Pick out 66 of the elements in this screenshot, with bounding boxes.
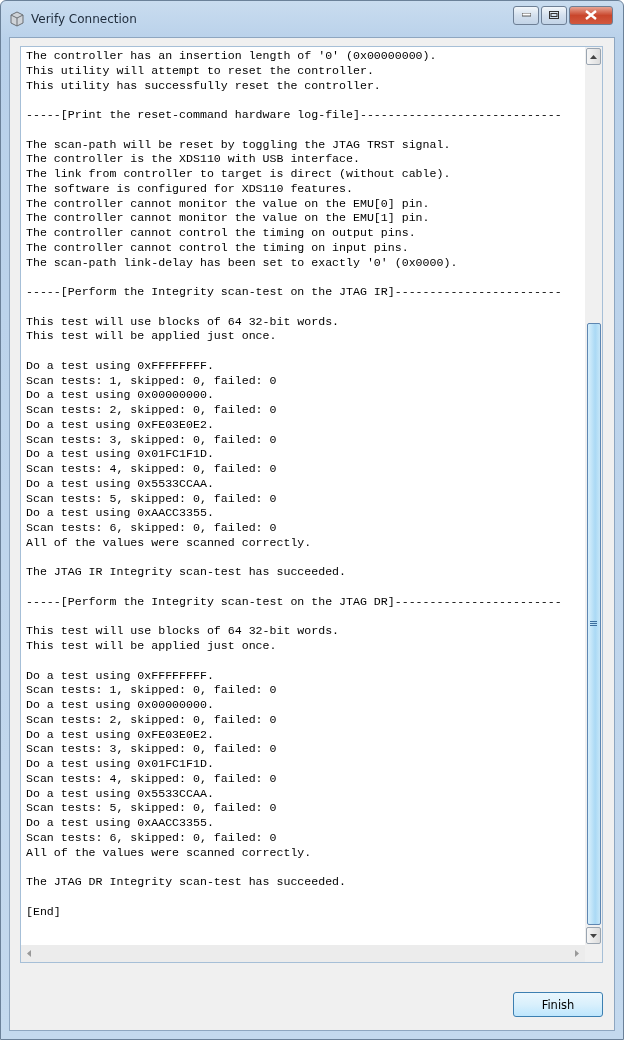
log-line: -----[Perform the Integrity scan-test on the JTAG IR]------------------------ [26, 285, 562, 300]
log-line: The scan-path will be reset by toggling the JTAG TRST signal. [26, 137, 451, 153]
log-line: This test will be applied just once. [26, 639, 277, 654]
log-line: Scan tests: 5, skipped: 0, failed: 0 [26, 801, 277, 816]
log-line: Do a test using 0xFFFFFFFF. [26, 358, 214, 374]
log-line: Do a test using 0xFFFFFFFF. [26, 668, 214, 684]
log-line: Scan tests: 6, skipped: 0, failed: 0 [26, 521, 277, 536]
log-line: Do a test using 0x00000000. [26, 698, 214, 713]
maximize-button[interactable] [541, 5, 567, 25]
log-line: The scan-path link-delay has been set to exactly '0' (0x0000). [26, 255, 458, 271]
log-line: This test will use blocks of 64 32-bit words. [26, 314, 340, 330]
log-line: The controller cannot control the timing on output pins. [26, 226, 416, 241]
log-line: Scan tests: 3, skipped: 0, failed: 0 [26, 742, 277, 757]
log-line: This test will use blocks of 64 32-bit words. [26, 624, 340, 639]
log-line: Scan tests: 4, skipped: 0, failed: 0 [26, 771, 277, 787]
log-line: This test will be applied just once. [26, 329, 277, 344]
scrollbar-corner [585, 945, 602, 962]
log-line: All of the values were scanned correctly. [26, 535, 312, 551]
finish-button[interactable]: Finish [513, 992, 603, 1017]
log-line: Do a test using 0x01FC1F1D. [26, 447, 214, 462]
log-line: Scan tests: 2, skipped: 0, failed: 0 [26, 403, 277, 418]
log-line: Scan tests: 3, skipped: 0, failed: 0 [26, 432, 277, 448]
scroll-up-icon[interactable] [586, 48, 601, 65]
log-line: Scan tests: 2, skipped: 0, failed: 0 [26, 712, 277, 728]
log-line: Do a test using 0xAACC3355. [26, 816, 214, 831]
log-line: This utility will attempt to reset the controller. [26, 63, 374, 79]
minimize-button[interactable] [513, 5, 539, 25]
log-line: Do a test using 0xAACC3355. [26, 506, 214, 521]
log-line: Scan tests: 5, skipped: 0, failed: 0 [26, 491, 277, 507]
log-line: The controller cannot control the timing on input pins. [26, 240, 409, 256]
horizontal-scrollbar[interactable] [21, 945, 585, 962]
log-line: -----[Print the reset-command hardware log-file]----------------------------- [26, 108, 562, 123]
vertical-scrollbar[interactable] [585, 47, 602, 945]
log-line: The JTAG DR Integrity scan-test has succeeded. [26, 875, 347, 890]
close-button[interactable] [569, 5, 613, 25]
log-line: This utility has successfully reset the controller. [26, 78, 381, 94]
scroll-left-icon[interactable] [27, 950, 31, 957]
log-line: Do a test using 0x5533CCAA. [26, 476, 214, 492]
scroll-down-icon[interactable] [586, 927, 601, 944]
scroll-thumb[interactable] [586, 323, 601, 925]
log-line: Do a test using 0x01FC1F1D. [26, 757, 214, 772]
log-line: The link from controller to target is direct (without cable). [26, 167, 451, 182]
log-line: The JTAG IR Integrity scan-test has succeeded. [26, 565, 347, 580]
log-line: Scan tests: 1, skipped: 0, failed: 0 [26, 683, 277, 698]
log-line: Scan tests: 1, skipped: 0, failed: 0 [26, 373, 277, 389]
log-line: The controller cannot monitor the value on the EMU[0] pin. [26, 196, 430, 212]
maximize-icon [549, 11, 559, 19]
log-line: All of the values were scanned correctly. [26, 845, 312, 861]
log-line: -----[Perform the Integrity scan-test on the JTAG DR]------------------------ [26, 594, 562, 610]
log-line: Scan tests: 6, skipped: 0, failed: 0 [26, 830, 277, 846]
log-line: The controller is the XDS110 with USB interface. [26, 152, 360, 167]
log-line: Scan tests: 4, skipped: 0, failed: 0 [26, 462, 277, 477]
window-title: Verify Connection [31, 12, 138, 26]
log-text-area[interactable] [20, 46, 603, 963]
log-line: Do a test using 0x5533CCAA. [26, 786, 214, 802]
log-line: The software is configured for XDS110 features. [26, 181, 353, 197]
cube-icon [9, 11, 25, 27]
log-line: The controller cannot monitor the value on the EMU[1] pin. [26, 211, 430, 226]
close-icon [585, 10, 597, 20]
log-line: Do a test using 0xFE03E0E2. [26, 727, 214, 743]
log-line: The controller has an insertion length of '0' (0x00000000). [26, 49, 437, 64]
minimize-icon [521, 13, 531, 17]
log-line: [End] [26, 904, 61, 920]
log-line: Do a test using 0xFE03E0E2. [26, 417, 214, 433]
log-line: Do a test using 0x00000000. [26, 388, 214, 403]
scroll-right-icon[interactable] [575, 950, 579, 957]
